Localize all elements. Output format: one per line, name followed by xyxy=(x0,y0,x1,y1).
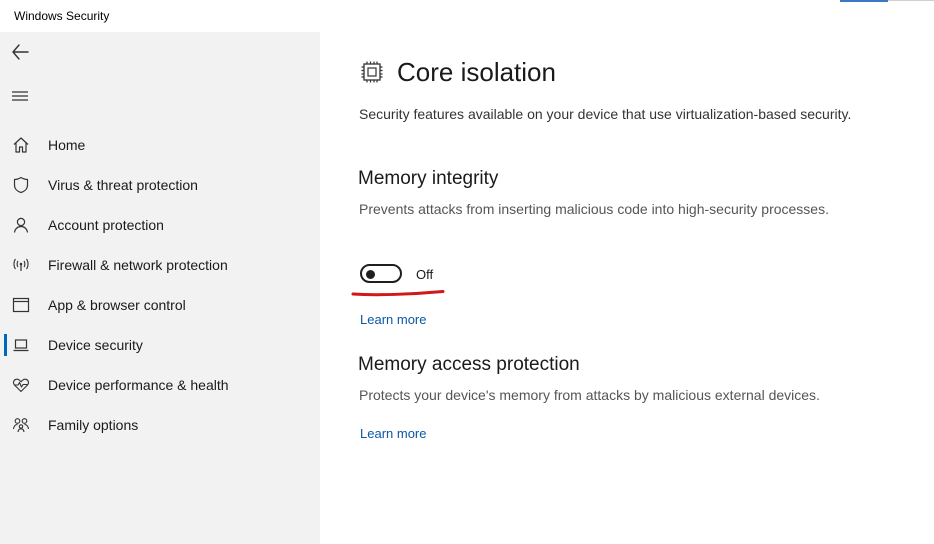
window-title: Windows Security xyxy=(14,9,110,23)
memory-integrity-description: Prevents attacks from inserting maliciou… xyxy=(359,201,829,217)
sidebar-item-virus-threat-protection[interactable]: Virus & threat protection xyxy=(0,165,320,205)
browser-window-icon xyxy=(11,295,31,315)
sidebar: Home Virus & threat protection Account p… xyxy=(0,32,320,544)
memory-integrity-title: Memory integrity xyxy=(358,168,499,189)
memory-integrity-toggle-state: Off xyxy=(416,267,434,282)
windows-security-window: Windows Security Home Virus & threat pro… xyxy=(0,0,934,544)
home-icon xyxy=(11,135,31,155)
toggle-knob xyxy=(366,269,375,279)
sidebar-item-device-performance-health[interactable]: Device performance & health xyxy=(0,365,320,405)
sidebar-item-firewall-network-protection[interactable]: Firewall & network protection xyxy=(0,245,320,285)
title-bar-control-edge-grey xyxy=(888,0,934,1)
sidebar-item-device-security[interactable]: Device security xyxy=(0,325,320,365)
sidebar-item-label: App & browser control xyxy=(48,297,186,313)
memory-integrity-learn-more-link[interactable]: Learn more xyxy=(360,312,426,327)
page-title: Core isolation xyxy=(397,57,556,87)
sidebar-item-label: Device security xyxy=(48,337,143,353)
chip-icon xyxy=(360,60,384,84)
memory-access-learn-more-link[interactable]: Learn more xyxy=(360,426,426,441)
menu-button[interactable] xyxy=(10,86,32,106)
sidebar-item-app-browser-control[interactable]: App & browser control xyxy=(0,285,320,325)
laptop-icon xyxy=(11,335,31,355)
back-arrow-icon xyxy=(12,44,29,60)
shield-icon xyxy=(11,175,31,195)
person-icon xyxy=(11,215,31,235)
memory-access-protection-title: Memory access protection xyxy=(358,354,580,375)
back-button[interactable] xyxy=(10,42,32,62)
sidebar-item-label: Family options xyxy=(48,417,139,433)
heart-pulse-icon xyxy=(11,375,31,395)
family-icon xyxy=(11,415,31,435)
page-description: Security features available on your devi… xyxy=(359,106,852,122)
sidebar-item-label: Device performance & health xyxy=(48,377,229,393)
title-bar: Windows Security xyxy=(0,0,934,32)
main-content: Core isolation Security features availab… xyxy=(320,32,934,544)
sidebar-item-label: Account protection xyxy=(48,217,164,233)
memory-access-protection-description: Protects your device's memory from attac… xyxy=(359,387,820,403)
red-annotation-underline xyxy=(351,290,445,297)
antenna-icon xyxy=(11,255,31,275)
memory-integrity-toggle[interactable] xyxy=(360,264,402,283)
sidebar-item-label: Virus & threat protection xyxy=(48,177,198,193)
sidebar-item-home[interactable]: Home xyxy=(0,125,320,165)
sidebar-item-family-options[interactable]: Family options xyxy=(0,405,320,445)
title-bar-control-edge xyxy=(840,0,888,2)
sidebar-item-label: Home xyxy=(48,137,86,153)
sidebar-item-account-protection[interactable]: Account protection xyxy=(0,205,320,245)
active-indicator xyxy=(4,334,7,356)
hamburger-menu-icon xyxy=(12,91,28,101)
sidebar-item-label: Firewall & network protection xyxy=(48,257,228,273)
